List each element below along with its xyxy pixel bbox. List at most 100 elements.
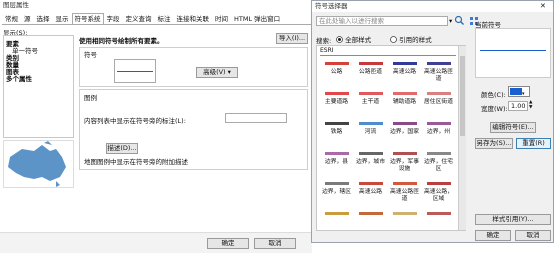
tab-source[interactable]: 源 — [21, 13, 34, 24]
save-as-button[interactable]: 另存为(S)... — [475, 138, 513, 149]
symbol-group: 符号 高级(V) ▾ — [79, 47, 308, 87]
cancel-button[interactable]: 取消 — [254, 238, 296, 249]
description-text: 地图图例中显示在符号旁的附加描述 — [84, 158, 188, 166]
symbol-swatch — [358, 92, 383, 95]
symbol-cell[interactable]: 边界，住宅区 — [422, 152, 455, 173]
symbol-swatch — [426, 212, 451, 215]
description-button[interactable]: 描述(D)... — [106, 143, 138, 154]
symbol-swatch — [392, 152, 417, 155]
symbol-swatch — [358, 212, 383, 215]
symbol-gallery: ESRI 公路 公路匝道 高速公路 高速公路匝道 主要道路 主干道 辅助道路 居住区街道 铁路河… — [316, 45, 466, 231]
symbol-cell[interactable]: 边界，城市 — [354, 152, 387, 166]
symbol-cell[interactable]: 高速公路 — [354, 182, 387, 196]
tab-fields[interactable]: 字段 — [104, 13, 123, 24]
symbol-cell[interactable]: 边界，县 — [320, 152, 353, 166]
symbol-swatch — [324, 92, 349, 95]
symbol-cell[interactable]: 铁路 — [320, 122, 353, 136]
tab-general[interactable]: 常规 — [2, 13, 21, 24]
symbol-cell-label: 主干道 — [361, 99, 380, 105]
width-input[interactable]: 1.00 — [508, 101, 528, 111]
symbol-cell-label: 高速公路，区域 — [424, 189, 453, 202]
tab-joins-relates[interactable]: 连接和关联 — [174, 13, 213, 24]
tab-display[interactable]: 显示 — [53, 13, 72, 24]
symbol-cell[interactable] — [388, 212, 421, 219]
symbol-swatch — [426, 92, 451, 95]
reset-button[interactable]: 重置(R) — [516, 138, 551, 149]
symbol-swatch — [426, 152, 451, 155]
radio-all-label: 全部样式 — [345, 36, 372, 44]
symbol-cell[interactable]: 边界，国家 — [388, 122, 421, 136]
symbol-cell[interactable]: 边界，军事设施 — [388, 152, 421, 173]
color-picker[interactable]: ▾ — [508, 86, 530, 97]
dropdown-arrow-icon: ▾ — [227, 68, 231, 76]
symbol-cell-label: 高速公路 — [358, 189, 383, 195]
symbol-cell[interactable]: 高速公路匝道 — [422, 62, 455, 83]
symbol-cell[interactable]: 高速公路 — [388, 62, 421, 76]
width-spinner-icon[interactable]: ▲ ▼ — [529, 100, 532, 110]
symbol-swatch — [324, 182, 349, 185]
symbol-cell[interactable]: 河流 — [354, 122, 387, 136]
tab-definition-query[interactable]: 定义查询 — [123, 13, 155, 24]
symbol-swatch — [358, 62, 383, 65]
advanced-button[interactable]: 高级(V) ▾ — [196, 67, 238, 78]
symbol-cell-label: 铁路 — [330, 129, 343, 135]
import-button[interactable]: 导入(I)... — [276, 33, 308, 44]
symbol-cell-label: 高速公路匝道 — [390, 189, 419, 202]
width-value: 1.00 — [511, 102, 526, 110]
symbol-cell[interactable] — [354, 212, 387, 219]
symbol-cell-label: 主要道路 — [324, 99, 349, 105]
symbol-cell[interactable] — [320, 212, 353, 219]
bottom-bar: 确定 取消 — [0, 232, 312, 253]
dialog-cancel-button[interactable]: 取消 — [515, 230, 551, 241]
symbol-cell[interactable]: 边界，辖区 — [320, 182, 353, 196]
legend-label-input[interactable] — [225, 113, 287, 123]
symbol-cell-label: 辅助道路 — [392, 99, 417, 105]
symbol-cell-label: 边界，辖区 — [322, 189, 351, 195]
radio-referenced-label: 引用的样式 — [399, 36, 432, 44]
style-references-button[interactable]: 样式引用(Y)... — [475, 214, 551, 225]
symbol-cell[interactable]: 主要道路 — [320, 92, 353, 106]
symbol-cell-label: 高速公路 — [392, 69, 417, 75]
close-icon[interactable]: ✕ — [540, 2, 546, 10]
symbol-cell-label: 居住区街道 — [424, 99, 453, 105]
symbol-selector-dialog: 符号选择器 ✕ 在此处输入以进行搜索 ▾ 搜索: 全部样式 引用的样式 ESRI… — [311, 0, 554, 243]
tab-selection[interactable]: 选择 — [34, 13, 53, 24]
symbol-cell-label: 边界，县 — [324, 159, 349, 165]
dialog-title: 符号选择器 — [312, 1, 553, 12]
tree-multiple-attributes[interactable]: 多个属性 — [6, 73, 32, 83]
symbol-cell[interactable]: 主干道 — [354, 92, 387, 106]
tab-html-popup[interactable]: HTML 弹出窗口 — [231, 13, 283, 24]
symbol-cell[interactable]: 居住区街道 — [422, 92, 455, 106]
symbol-swatch — [324, 62, 349, 65]
symbol-cell[interactable]: 高速公路，区域 — [422, 182, 455, 203]
search-input[interactable]: 在此处输入以进行搜索 — [316, 16, 448, 26]
tab-symbology[interactable]: 符号系统 — [71, 13, 104, 24]
symbol-swatch — [426, 62, 451, 65]
symbol-preview-button[interactable] — [114, 59, 156, 83]
legend-group: 图例 内容列表中显示在符号旁的标注(L): 描述(D)... 地图图例中显示在符… — [79, 89, 308, 170]
symbol-cell[interactable] — [422, 212, 455, 219]
gallery-scrollbar[interactable] — [458, 46, 466, 230]
symbol-cell[interactable]: 公路匝道 — [354, 62, 387, 76]
symbol-cell[interactable]: 辅助道路 — [388, 92, 421, 106]
symbol-cell[interactable]: 公路 — [320, 62, 353, 76]
ok-button[interactable]: 确定 — [207, 238, 249, 249]
edit-symbol-button[interactable]: 编辑符号(E)... — [490, 122, 536, 133]
radio-referenced-styles[interactable]: 引用的样式 — [390, 34, 432, 44]
search-dropdown-icon[interactable]: ▾ — [449, 17, 452, 25]
symbol-swatch — [324, 152, 349, 155]
search-icon[interactable] — [454, 15, 465, 26]
search-label: 搜索: — [316, 37, 332, 45]
symbol-swatch — [392, 92, 417, 95]
radio-all-styles[interactable]: 全部样式 — [336, 34, 371, 44]
gallery-scroll-thumb[interactable] — [460, 56, 465, 136]
symbol-swatch — [392, 122, 417, 125]
symbol-cell-label: 边界，军事设施 — [390, 159, 419, 172]
symbol-cell[interactable]: 高速公路匝道 — [388, 182, 421, 203]
symbol-cell[interactable]: 边界，州 — [422, 122, 455, 136]
legend-group-title: 图例 — [84, 94, 97, 102]
tab-time[interactable]: 时间 — [212, 13, 231, 24]
dialog-ok-button[interactable]: 确定 — [475, 230, 511, 241]
symbol-swatch — [358, 152, 383, 155]
tab-labels[interactable]: 标注 — [155, 13, 174, 24]
